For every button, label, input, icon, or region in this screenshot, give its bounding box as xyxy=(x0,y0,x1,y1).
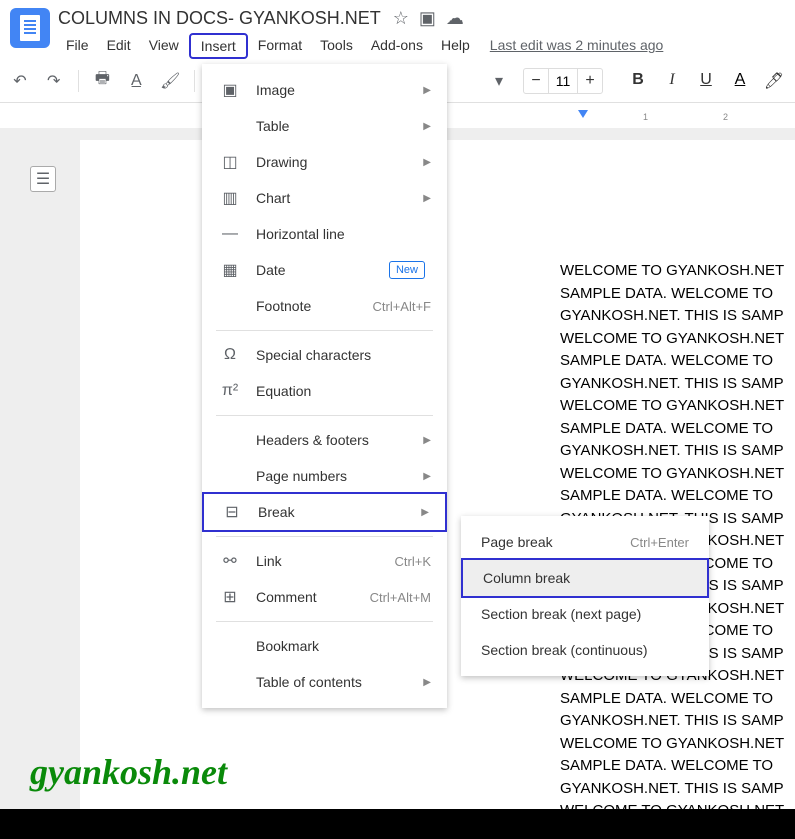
text-color-button[interactable]: A xyxy=(729,71,751,91)
dropdown-arrow-icon[interactable]: ▾ xyxy=(489,71,509,91)
chevron-right-icon: ▶ xyxy=(421,507,429,518)
menu-tools[interactable]: Tools xyxy=(312,33,361,59)
insert-image[interactable]: ▣Image▶ xyxy=(202,72,447,108)
chart-icon: ▥ xyxy=(220,188,240,208)
insert-table[interactable]: Table▶ xyxy=(202,108,447,144)
insert-page-numbers[interactable]: Page numbers▶ xyxy=(202,458,447,494)
menu-addons[interactable]: Add-ons xyxy=(363,33,431,59)
outline-toggle-icon[interactable]: ☰ xyxy=(30,166,56,192)
ruler[interactable]: 1 2 3 xyxy=(463,110,795,126)
omega-icon: Ω xyxy=(220,346,240,364)
chevron-right-icon: ▶ xyxy=(423,121,431,132)
pi-icon: π² xyxy=(220,382,240,400)
insert-headers-footers[interactable]: Headers & footers▶ xyxy=(202,422,447,458)
new-badge: New xyxy=(389,261,425,279)
calendar-icon: ▦ xyxy=(220,260,240,280)
insert-toc[interactable]: Table of contents▶ xyxy=(202,664,447,700)
indent-marker-icon[interactable] xyxy=(578,110,588,118)
break-section-next[interactable]: Section break (next page) xyxy=(461,596,709,632)
underline-button[interactable]: U xyxy=(695,71,717,91)
menu-file[interactable]: File xyxy=(58,33,97,59)
paint-format-icon[interactable]: 🖌 xyxy=(160,71,180,91)
insert-date[interactable]: ▦DateNew xyxy=(202,252,447,288)
break-page[interactable]: Page breakCtrl+Enter xyxy=(461,524,709,560)
undo-icon[interactable]: ↶ xyxy=(10,71,30,91)
watermark: gyankosh.net xyxy=(30,751,227,793)
comment-icon: ⊞ xyxy=(220,587,240,607)
insert-bookmark[interactable]: Bookmark xyxy=(202,628,447,664)
insert-drawing[interactable]: ◫Drawing▶ xyxy=(202,144,447,180)
hline-icon: — xyxy=(220,225,240,243)
docs-logo[interactable] xyxy=(10,8,50,48)
highlight-button[interactable]: 🖊 xyxy=(763,71,785,91)
chevron-right-icon: ▶ xyxy=(423,157,431,168)
chevron-right-icon: ▶ xyxy=(423,85,431,96)
chevron-right-icon: ▶ xyxy=(423,677,431,688)
insert-link[interactable]: ⚯LinkCtrl+K xyxy=(202,543,447,579)
print-icon[interactable]: 🖶 xyxy=(93,67,113,94)
bottom-bar xyxy=(0,809,795,839)
italic-button[interactable]: I xyxy=(661,71,683,91)
chevron-right-icon: ▶ xyxy=(423,193,431,204)
font-size-decrease[interactable]: − xyxy=(524,69,548,93)
insert-hline[interactable]: —Horizontal line xyxy=(202,216,447,252)
chevron-right-icon: ▶ xyxy=(423,435,431,446)
link-icon: ⚯ xyxy=(220,551,240,571)
cloud-icon[interactable]: ☁ xyxy=(446,8,464,29)
insert-dropdown: ▣Image▶ Table▶ ◫Drawing▶ ▥Chart▶ —Horizo… xyxy=(202,64,447,708)
insert-comment[interactable]: ⊞CommentCtrl+Alt+M xyxy=(202,579,447,615)
drawing-icon: ◫ xyxy=(220,152,240,172)
break-submenu: Page breakCtrl+Enter Column break Sectio… xyxy=(461,516,709,676)
menu-edit[interactable]: Edit xyxy=(99,33,139,59)
document-title[interactable]: COLUMNS IN DOCS- GYANKOSH.NET xyxy=(58,8,381,29)
spellcheck-icon[interactable]: A̲ xyxy=(126,72,146,90)
chevron-right-icon: ▶ xyxy=(423,471,431,482)
menu-help[interactable]: Help xyxy=(433,33,478,59)
redo-icon[interactable]: ↷ xyxy=(44,71,64,91)
font-size-value[interactable]: 11 xyxy=(548,69,578,93)
insert-footnote[interactable]: FootnoteCtrl+Alt+F xyxy=(202,288,447,324)
break-section-continuous[interactable]: Section break (continuous) xyxy=(461,632,709,668)
insert-chart[interactable]: ▥Chart▶ xyxy=(202,180,447,216)
insert-equation[interactable]: π²Equation xyxy=(202,373,447,409)
break-column[interactable]: Column break xyxy=(461,558,709,598)
insert-break[interactable]: ⊟Break▶ xyxy=(202,492,447,532)
move-icon[interactable]: ▣ xyxy=(419,8,436,29)
bold-button[interactable]: B xyxy=(627,71,649,91)
font-size-increase[interactable]: + xyxy=(578,69,602,93)
menu-insert[interactable]: Insert xyxy=(189,33,248,59)
star-icon[interactable]: ☆ xyxy=(393,8,409,29)
insert-special-chars[interactable]: ΩSpecial characters xyxy=(202,337,447,373)
menu-format[interactable]: Format xyxy=(250,33,310,59)
break-icon: ⊟ xyxy=(222,502,242,522)
menu-view[interactable]: View xyxy=(141,33,187,59)
last-edit-link[interactable]: Last edit was 2 minutes ago xyxy=(490,33,664,59)
image-icon: ▣ xyxy=(220,80,240,100)
